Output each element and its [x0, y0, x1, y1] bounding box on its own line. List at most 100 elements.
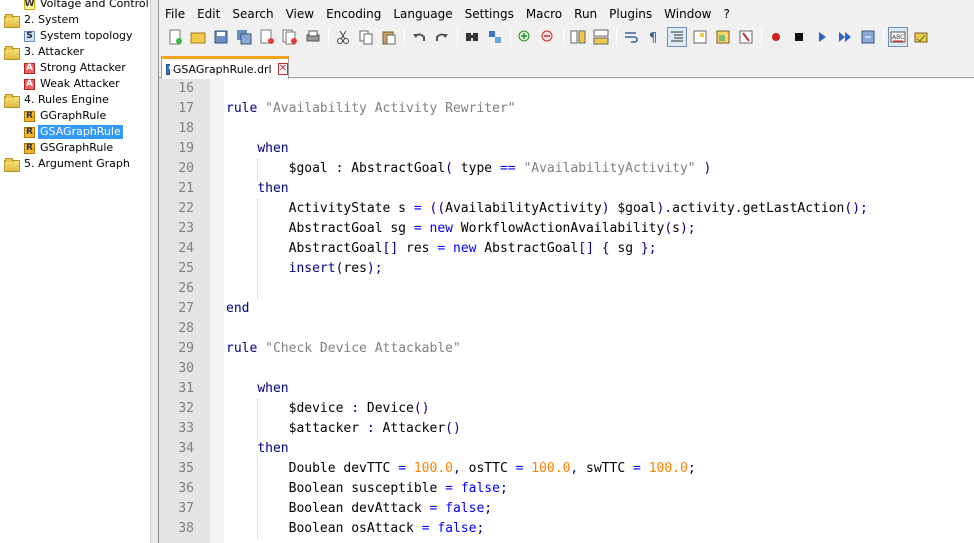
sync-horizontal-icon[interactable] [591, 27, 611, 47]
zoom-in-icon[interactable] [515, 27, 535, 47]
toolbar-separator [761, 28, 762, 46]
item-type-icon: S [24, 30, 35, 42]
tree-item[interactable]: R GSAGraphRule [24, 124, 123, 140]
paste-icon[interactable] [379, 27, 399, 47]
cut-icon[interactable] [333, 27, 353, 47]
item-type-icon: W [24, 0, 35, 10]
tree-folder[interactable]: 2. System [4, 12, 81, 28]
indent-guide-icon[interactable] [667, 27, 687, 47]
menu-view[interactable]: View [280, 4, 320, 24]
print-icon[interactable] [303, 27, 323, 47]
toolbar-separator [457, 28, 458, 46]
code-line[interactable]: 28 [159, 319, 974, 339]
tree-folder[interactable]: 3. Attacker [4, 44, 86, 60]
code-line[interactable]: 19 when [159, 139, 974, 159]
copy-icon[interactable] [356, 27, 376, 47]
code-line[interactable]: 18 [159, 119, 974, 139]
line-number: 33 [178, 421, 194, 436]
svg-text:ABC: ABC [892, 34, 904, 41]
menu-plugins[interactable]: Plugins [603, 4, 658, 24]
stop-macro-icon[interactable] [789, 27, 809, 47]
run-macro-multiple-icon[interactable] [835, 27, 855, 47]
code-line[interactable]: 27 end [159, 299, 974, 319]
code-line[interactable]: 25 insert(res); [159, 259, 974, 279]
close-all-icon[interactable] [280, 27, 300, 47]
code-line[interactable]: 38 Boolean osAttack = false; [159, 519, 974, 539]
sync-vertical-icon[interactable] [568, 27, 588, 47]
save-all-icon[interactable] [234, 27, 254, 47]
redo-icon[interactable] [432, 27, 452, 47]
menu-window[interactable]: Window [658, 4, 717, 24]
code-line[interactable]: 31 when [159, 379, 974, 399]
line-number: 27 [178, 301, 194, 316]
code-text: when [257, 141, 289, 156]
code-line[interactable]: 23 AbstractGoal sg = new WorkflowActionA… [159, 219, 974, 239]
menu-search[interactable]: Search [226, 4, 279, 24]
code-line[interactable]: 32 $device : Device() [159, 399, 974, 419]
open-file-icon[interactable] [188, 27, 208, 47]
undo-icon[interactable] [409, 27, 429, 47]
tree-item[interactable]: S System topology [24, 28, 135, 44]
find-icon[interactable] [462, 27, 482, 47]
menu-help[interactable]: ? [717, 4, 735, 24]
tree-item[interactable]: W Voltage and Control [24, 0, 150, 12]
tab-gsagraphrule[interactable]: GSAGraphRule.drl ✕ [161, 56, 289, 79]
panel-splitter[interactable] [150, 0, 159, 543]
code-line[interactable]: 16 [159, 79, 974, 99]
line-number: 20 [178, 161, 194, 176]
tree-item[interactable]: R GSGraphRule [24, 140, 115, 156]
word-wrap-icon[interactable] [621, 27, 641, 47]
menu-run[interactable]: Run [568, 4, 603, 24]
replace-icon[interactable] [485, 27, 505, 47]
tree-item[interactable]: A Strong Attacker [24, 60, 128, 76]
code-line[interactable]: 29 rule "Check Device Attackable" [159, 339, 974, 359]
record-macro-icon[interactable] [766, 27, 786, 47]
menu-edit[interactable]: Edit [191, 4, 226, 24]
play-macro-icon[interactable] [812, 27, 832, 47]
code-editor[interactable]: 16 17 rule "Availability Activity Rewriter… [159, 79, 974, 543]
code-line[interactable]: 24 AbstractGoal[] res = new AbstractGoal… [159, 239, 974, 259]
tree-folder[interactable]: 4. Rules Engine [4, 92, 111, 108]
save-icon[interactable] [211, 27, 231, 47]
code-line[interactable]: 21 then [159, 179, 974, 199]
menu-encoding[interactable]: Encoding [320, 4, 387, 24]
code-line[interactable]: 34 then [159, 439, 974, 459]
new-file-icon[interactable] [165, 27, 185, 47]
tree-item-label: Strong Attacker [40, 61, 126, 74]
indent-guide [257, 159, 259, 179]
code-text: Boolean osAttack = false; [226, 521, 485, 536]
tree-folder[interactable]: 5. Argument Graph [4, 156, 132, 172]
show-all-chars-icon[interactable]: ¶ [644, 27, 664, 47]
tree-item[interactable]: A Weak Attacker [24, 76, 122, 92]
tab-close-icon[interactable]: ✕ [277, 63, 288, 75]
menu-macro[interactable]: Macro [520, 4, 568, 24]
zoom-out-icon[interactable] [538, 27, 558, 47]
code-line[interactable]: 17 rule "Availability Activity Rewriter" [159, 99, 974, 119]
indent-guide [257, 199, 259, 299]
tree-item[interactable]: R GGraphRule [24, 108, 108, 124]
code-line[interactable]: 37 Boolean devAttack = false; [159, 499, 974, 519]
spell-check-options-icon[interactable] [911, 27, 931, 47]
code-line[interactable]: 35 Double devTTC = 100.0, osTTC = 100.0,… [159, 459, 974, 479]
menu-settings[interactable]: Settings [459, 4, 520, 24]
folder-workspace-icon[interactable] [736, 27, 756, 47]
code-line[interactable]: 26 [159, 279, 974, 299]
code-text: $attacker : Attacker() [226, 421, 461, 436]
doc-map-icon[interactable] [690, 27, 710, 47]
code-line[interactable]: 30 [159, 359, 974, 379]
menu-file[interactable]: File [159, 4, 191, 24]
code-line[interactable]: 36 Boolean susceptible = false; [159, 479, 974, 499]
function-list-icon[interactable] [713, 27, 733, 47]
code-line[interactable]: 20 $goal : AbstractGoal( type == "Availa… [159, 159, 974, 179]
code-text: AbstractGoal sg = new WorkflowActionAvai… [226, 221, 696, 236]
code-line[interactable]: 22 ActivityState s = ((AvailabilityActiv… [159, 199, 974, 219]
folder-icon [4, 14, 20, 28]
menu-language[interactable]: Language [387, 4, 458, 24]
spell-check-icon[interactable]: ABC [888, 27, 908, 47]
code-line[interactable]: 33 $attacker : Attacker() [159, 419, 974, 439]
tree-item-label: 2. System [24, 13, 80, 26]
line-number: 21 [178, 181, 194, 196]
close-icon[interactable] [257, 27, 277, 47]
save-macro-icon[interactable] [858, 27, 878, 47]
line-number: 32 [178, 401, 194, 416]
